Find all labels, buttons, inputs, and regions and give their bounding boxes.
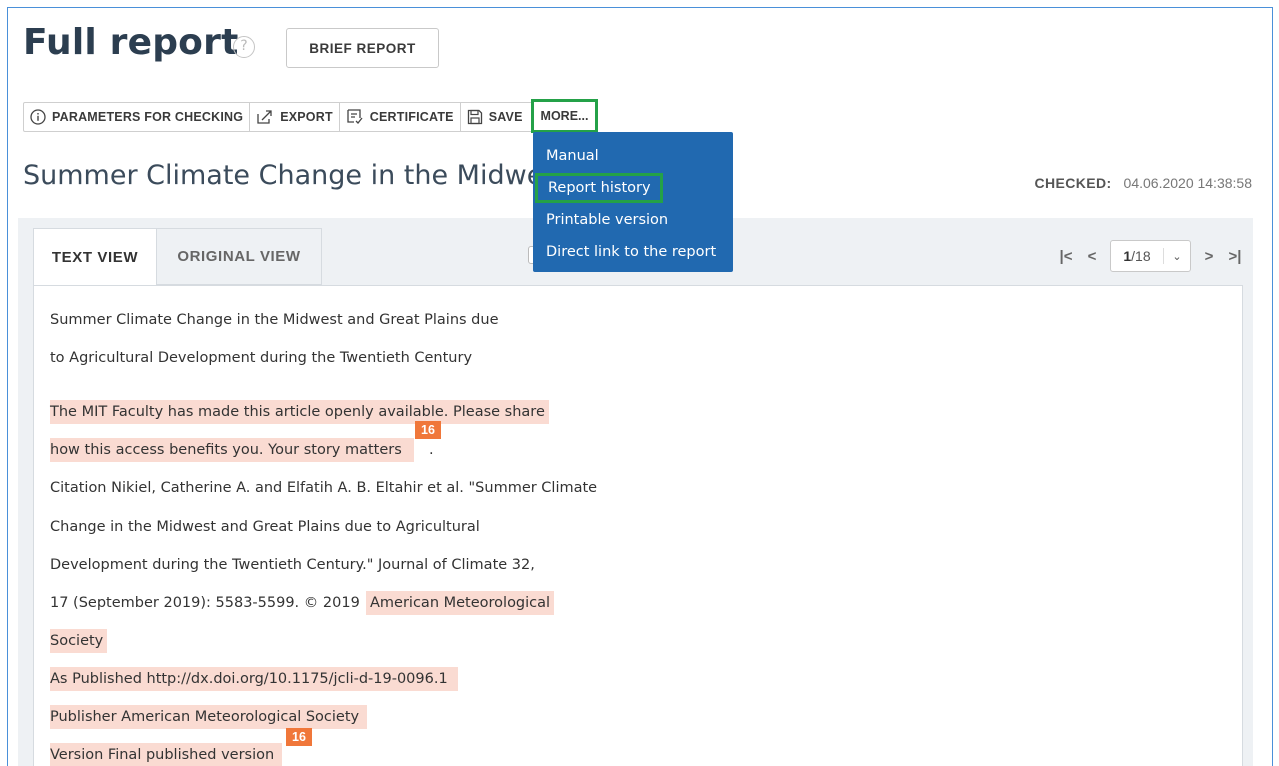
menu-item-printable-version[interactable]: Printable version — [533, 204, 733, 236]
parameters-button[interactable]: PARAMETERS FOR CHECKING — [24, 103, 251, 131]
menu-item-report-history[interactable]: Report history — [535, 173, 663, 203]
save-label: SAVE — [488, 110, 523, 124]
report-toolbar: PARAMETERS FOR CHECKING EXPORT CERTIFICA… — [23, 102, 596, 132]
tab-original-view[interactable]: ORIGINAL VIEW — [157, 228, 322, 285]
export-icon — [256, 109, 274, 125]
text-line: Summer Climate Change in the Midwest and… — [50, 312, 499, 328]
current-page: 1 — [1123, 248, 1132, 264]
matched-line: As Published http://dx.doi.org/10.1175/j… — [50, 667, 458, 691]
matched-line: The MIT Faculty has made this article op… — [50, 400, 549, 424]
checked-label: CHECKED: — [1034, 175, 1112, 191]
certificate-label: CERTIFICATE — [369, 110, 454, 124]
first-page-icon[interactable]: |< — [1058, 248, 1074, 265]
more-dropdown-menu: Manual Report history Printable version … — [533, 132, 733, 272]
help-icon[interactable]: ? — [233, 36, 255, 58]
checked-info: CHECKED: 04.06.2020 14:38:58 — [1034, 175, 1252, 191]
last-page-icon[interactable]: >| — [1227, 248, 1243, 265]
match-badge[interactable]: 16 — [415, 421, 441, 439]
document-title: Summer Climate Change in the Midwest — [23, 160, 533, 191]
prev-page-icon[interactable]: < — [1084, 248, 1100, 265]
text-line: Development during the Twentieth Century… — [50, 557, 535, 573]
menu-item-direct-link[interactable]: Direct link to the report — [533, 236, 733, 268]
brief-report-button[interactable]: BRIEF REPORT — [286, 28, 439, 68]
certificate-icon — [346, 109, 364, 125]
page-title: Full report — [23, 22, 239, 63]
text-view-content: Summer Climate Change in the Midwest and… — [33, 285, 1243, 766]
page-navigator: |< < 1/18 ⌄ > >| — [1058, 240, 1243, 272]
report-frame: Full report ? BRIEF REPORT PARAMETERS FO… — [7, 7, 1273, 766]
menu-item-manual[interactable]: Manual — [533, 140, 733, 172]
text-line: Citation Nikiel, Catherine A. and Elfati… — [50, 480, 598, 496]
page-select[interactable]: 1/18 ⌄ — [1110, 240, 1191, 272]
matched-line: American Meteorological — [366, 591, 555, 615]
matched-line: Version Final published version — [50, 743, 283, 766]
chevron-down-icon[interactable]: ⌄ — [1164, 250, 1190, 263]
export-button[interactable]: EXPORT — [250, 103, 340, 131]
export-label: EXPORT — [280, 110, 333, 124]
text-line: 17 (September 2019): 5583-5599. © 2019 — [50, 595, 360, 611]
report-viewer: TEXT VIEW ORIGINAL VIEW |< < 1/18 ⌄ > >|… — [18, 218, 1253, 766]
matched-line: how this access benefits you. Your story… — [50, 438, 414, 462]
certificate-button[interactable]: CERTIFICATE — [340, 103, 461, 131]
next-page-icon[interactable]: > — [1201, 248, 1217, 265]
save-icon — [467, 109, 483, 125]
info-icon — [30, 109, 46, 125]
total-pages: /18 — [1131, 248, 1151, 264]
checked-value: 04.06.2020 14:38:58 — [1123, 175, 1252, 191]
text-line: to Agricultural Development during the T… — [50, 350, 473, 366]
text-line: Change in the Midwest and Great Plains d… — [50, 519, 480, 535]
matched-line: Publisher American Meteorological Societ… — [50, 705, 368, 729]
tab-text-view[interactable]: TEXT VIEW — [33, 228, 157, 286]
match-badge[interactable]: 16 — [286, 728, 312, 746]
matched-line: Society — [50, 629, 108, 653]
more-button[interactable]: MORE... — [531, 99, 598, 133]
parameters-label: PARAMETERS FOR CHECKING — [52, 110, 244, 124]
text-line: . — [429, 442, 434, 458]
